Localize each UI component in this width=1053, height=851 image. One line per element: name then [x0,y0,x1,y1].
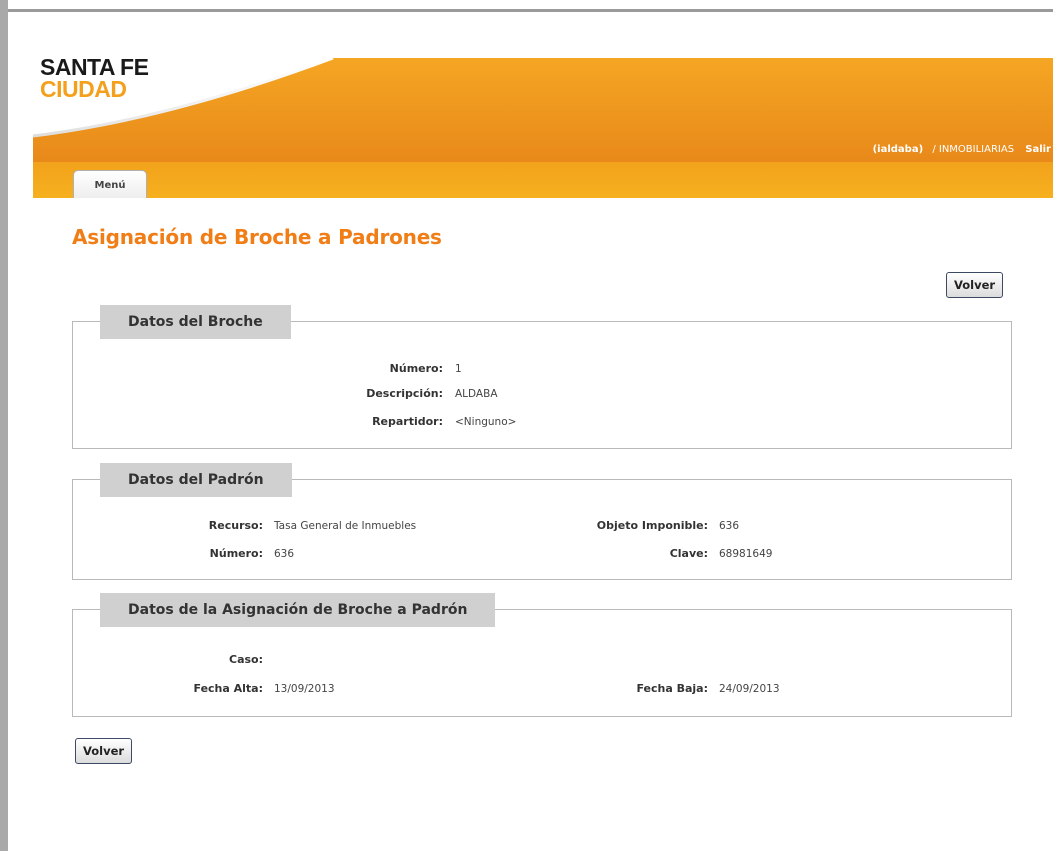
page: SANTA FE CIUDAD (ialdaba) / INMOBILIARIA… [0,0,1053,851]
broche-numero-label: Número: [389,362,443,375]
logout-link[interactable]: Salir [1025,144,1051,155]
fieldset-asignacion: Datos de la Asignación de Broche a Padró… [72,593,1012,717]
header-banner [32,56,1053,198]
padron-clave-value: 68981649 [719,548,773,560]
username: (ialdaba) [872,144,924,155]
padron-objeto-value: 636 [719,520,740,532]
padron-numero-label: Número: [209,547,263,560]
logo-line1: SANTA FE [40,54,149,80]
logo-line2: CIUDAD [40,76,127,102]
broche-numero-value: 1 [455,363,462,375]
padron-objeto-label: Objeto Imponible: [596,519,708,532]
asignacion-fecha-alta-label: Fecha Alta: [193,682,264,695]
header: SANTA FE CIUDAD (ialdaba) / INMOBILIARIA… [8,12,1053,198]
fieldset-broche: Datos del Broche Número: 1 Descripción: … [72,305,1012,449]
asignacion-fecha-baja-value: 24/09/2013 [719,683,780,695]
page-title: Asignación de Broche a Padrones [72,225,442,249]
tab-menu[interactable]: Menú [73,170,147,198]
legend-broche: Datos del Broche [100,305,291,339]
padron-numero-value: 636 [274,548,295,560]
legend-padron: Datos del Padrón [100,463,292,497]
user-role: / INMOBILIARIAS [932,144,1015,155]
back-button-top[interactable]: Volver [946,272,1004,298]
window-top-border [0,0,1053,12]
broche-repartidor-label: Repartidor: [372,415,443,428]
padron-clave-label: Clave: [669,547,708,560]
santa-fe-logo: SANTA FE CIUDAD [40,54,149,102]
user-info: (ialdaba) / INMOBILIARIAS Salir [873,144,1051,155]
padron-recurso-label: Recurso: [208,519,263,532]
broche-descripcion-value: ALDABA [455,388,498,400]
padron-recurso-value: Tasa General de Inmuebles [274,520,417,532]
broche-repartidor-value: <Ninguno> [455,416,517,428]
fieldset-padron: Datos del Padrón Recurso: Tasa General d… [72,463,1012,580]
asignacion-caso-label: Caso: [229,653,263,666]
back-button-bottom[interactable]: Volver [75,738,133,764]
asignacion-fecha-baja-label: Fecha Baja: [636,682,708,695]
asignacion-fecha-alta-value: 13/09/2013 [274,683,335,695]
legend-asignacion: Datos de la Asignación de Broche a Padró… [100,593,496,627]
window-left-border [0,0,8,851]
broche-descripcion-label: Descripción: [366,387,443,400]
